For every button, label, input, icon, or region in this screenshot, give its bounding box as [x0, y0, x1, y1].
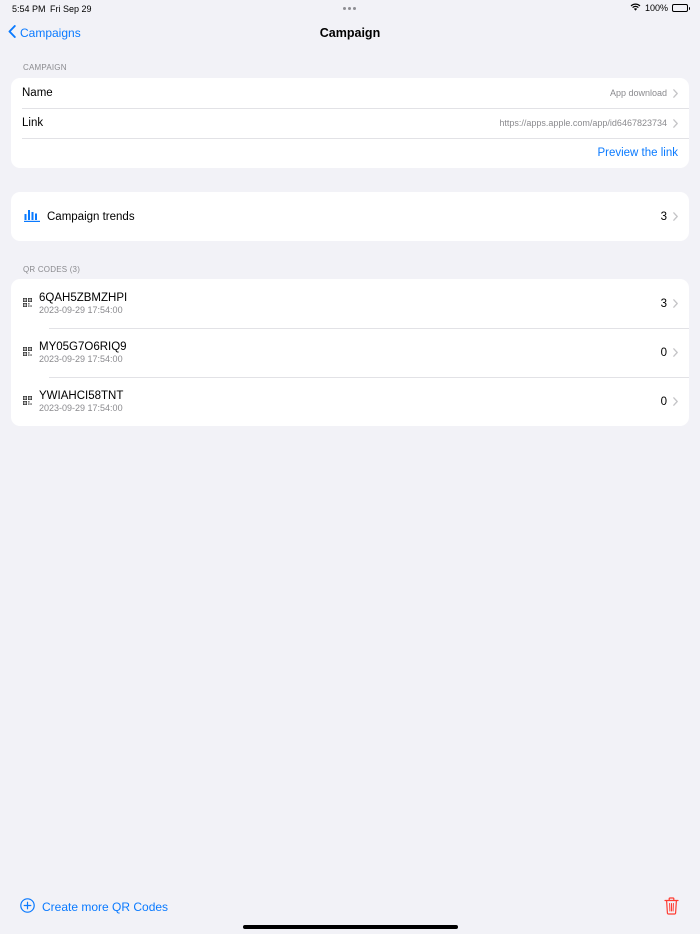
preview-link-button[interactable]: Preview the link: [597, 147, 678, 159]
qr-code-row[interactable]: 6QAH5ZBMZHPI 2023-09-29 17:54:00 3: [11, 279, 689, 328]
chevron-right-icon: [673, 299, 678, 308]
home-indicator[interactable]: [243, 925, 458, 929]
preview-row: Preview the link: [11, 138, 689, 168]
plus-circle-icon: [20, 898, 42, 916]
chevron-right-icon: [673, 212, 678, 221]
qr-code-id: 6QAH5ZBMZHPI: [39, 292, 128, 304]
qr-code-text: 6QAH5ZBMZHPI 2023-09-29 17:54:00: [39, 291, 127, 316]
qr-code-icon: [23, 346, 33, 359]
qr-code-text: YWIAHCI58TNT 2023-09-29 17:54:00: [39, 389, 123, 414]
battery-percent: 100%: [644, 3, 668, 13]
qr-scan-count: 0: [660, 395, 667, 408]
qr-scan-count: 0: [660, 346, 667, 359]
delete-campaign-button[interactable]: [664, 897, 679, 920]
qr-code-text: MY05G7O6RIQ9 2023-09-29 17:54:00: [39, 340, 127, 365]
battery-icon: [672, 4, 690, 12]
qr-code-row[interactable]: MY05G7O6RIQ9 2023-09-29 17:54:00 0: [11, 328, 689, 377]
bar-chart-icon: [24, 209, 40, 225]
qr-code-date: 2023-09-29 17:54:00: [39, 305, 123, 315]
campaign-trends-row[interactable]: Campaign trends 3: [11, 192, 689, 241]
campaign-section-header: CAMPAIGN: [23, 63, 67, 72]
link-label: Link: [22, 117, 44, 129]
trash-icon: [664, 897, 679, 919]
name-row[interactable]: Name App download: [11, 78, 689, 108]
link-value: https://apps.apple.com/app/id6467823734: [499, 118, 667, 128]
name-label: Name: [22, 87, 53, 99]
chevron-right-icon: [673, 118, 678, 128]
qr-scan-count: 3: [660, 297, 667, 310]
chevron-right-icon: [673, 348, 678, 357]
campaign-trends-count: 3: [660, 210, 667, 223]
qr-codes-card: 6QAH5ZBMZHPI 2023-09-29 17:54:00 3 MY05G…: [11, 279, 689, 426]
qr-code-id: MY05G7O6RIQ9: [39, 341, 127, 353]
multitasking-dots-icon[interactable]: [343, 7, 356, 10]
qr-code-date: 2023-09-29 17:54:00: [39, 354, 123, 364]
link-row[interactable]: Link https://apps.apple.com/app/id646782…: [11, 108, 689, 138]
status-right: 100%: [630, 3, 690, 13]
campaign-trends-label: Campaign trends: [47, 210, 135, 223]
page-title: Campaign: [319, 26, 381, 40]
status-bar: 5:54 PM Fri Sep 29 100%: [0, 0, 700, 18]
create-qr-codes-label: Create more QR Codes: [42, 900, 169, 914]
chevron-right-icon: [673, 88, 678, 98]
status-time: 5:54 PM: [12, 4, 46, 14]
create-qr-codes-button[interactable]: Create more QR Codes: [20, 898, 168, 916]
qr-code-date: 2023-09-29 17:54:00: [39, 403, 123, 413]
name-value: App download: [609, 88, 667, 98]
screen: 5:54 PM Fri Sep 29 100% Campaigns Campai…: [0, 0, 700, 934]
qr-section-header: QR CODES (3): [23, 265, 81, 274]
status-date: Fri Sep 29: [50, 4, 92, 14]
qr-code-row[interactable]: YWIAHCI58TNT 2023-09-29 17:54:00 0: [11, 377, 689, 426]
qr-code-icon: [23, 395, 33, 408]
trends-card: Campaign trends 3: [11, 192, 689, 241]
campaign-card: Name App download Link https://apps.appl…: [11, 78, 689, 168]
qr-code-id: YWIAHCI58TNT: [39, 390, 124, 402]
chevron-right-icon: [673, 397, 678, 406]
qr-code-icon: [23, 297, 33, 310]
wifi-icon: [630, 3, 641, 13]
